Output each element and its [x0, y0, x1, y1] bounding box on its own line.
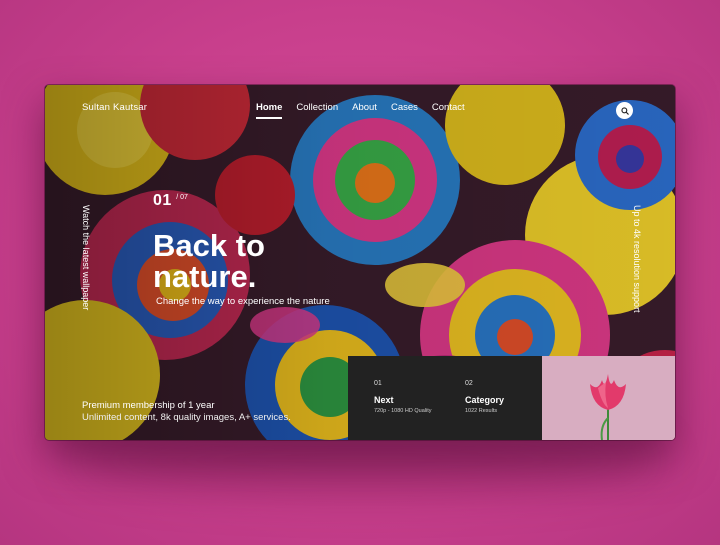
nav-home[interactable]: Home	[256, 102, 283, 119]
hero-headline-line-1: Back to	[153, 228, 265, 263]
panel-item-title: Category	[465, 395, 505, 405]
slide-counter-current: 01	[153, 192, 172, 209]
nav-contact[interactable]: Contact	[432, 102, 465, 117]
app-window: Sultan Kautsar Home Collection About Cas…	[45, 85, 675, 440]
panel-item-title: Next	[374, 395, 394, 405]
hero-headline: Back to nature.	[153, 230, 383, 292]
panel-item-category[interactable]: 02 Category 1022 Results	[465, 380, 504, 414]
nav-cases[interactable]: Cases	[391, 102, 418, 117]
promo-description: Unlimited content, 8k quality images, A+…	[82, 412, 291, 423]
panel-item-number: 01	[374, 380, 382, 387]
main-nav: Home Collection About Cases Contact	[256, 102, 465, 119]
panel-item-next[interactable]: 01 Next 720p - 1080 HD Quality	[374, 380, 431, 414]
tulip-thumbnail[interactable]	[542, 356, 675, 440]
panel-item-meta: 1022 Results	[465, 408, 498, 414]
nav-about[interactable]: About	[352, 102, 377, 117]
search-icon	[620, 106, 629, 115]
promo-title: Premium membership of 1 year	[82, 400, 215, 411]
panel-item-meta: 720p - 1080 HD Quality	[374, 408, 432, 414]
search-button[interactable]	[616, 102, 633, 119]
side-caption-right: Up to 4k resolution support	[632, 205, 642, 313]
info-panel: 01 Next 720p - 1080 HD Quality 02 Catego…	[348, 356, 542, 440]
tulip-icon	[542, 356, 675, 440]
slide-counter: 01 / 07	[153, 192, 188, 210]
hero-subline: Change the way to experience the nature	[156, 296, 330, 307]
nav-collection[interactable]: Collection	[296, 102, 338, 117]
panel-item-number: 02	[465, 380, 473, 387]
side-caption-left: Watch the latest wallpaper	[81, 205, 91, 311]
slide-counter-total: / 07	[176, 194, 188, 201]
brand-logo[interactable]: Sultan Kautsar	[82, 102, 147, 113]
hero-headline-line-2: nature.	[153, 259, 257, 294]
